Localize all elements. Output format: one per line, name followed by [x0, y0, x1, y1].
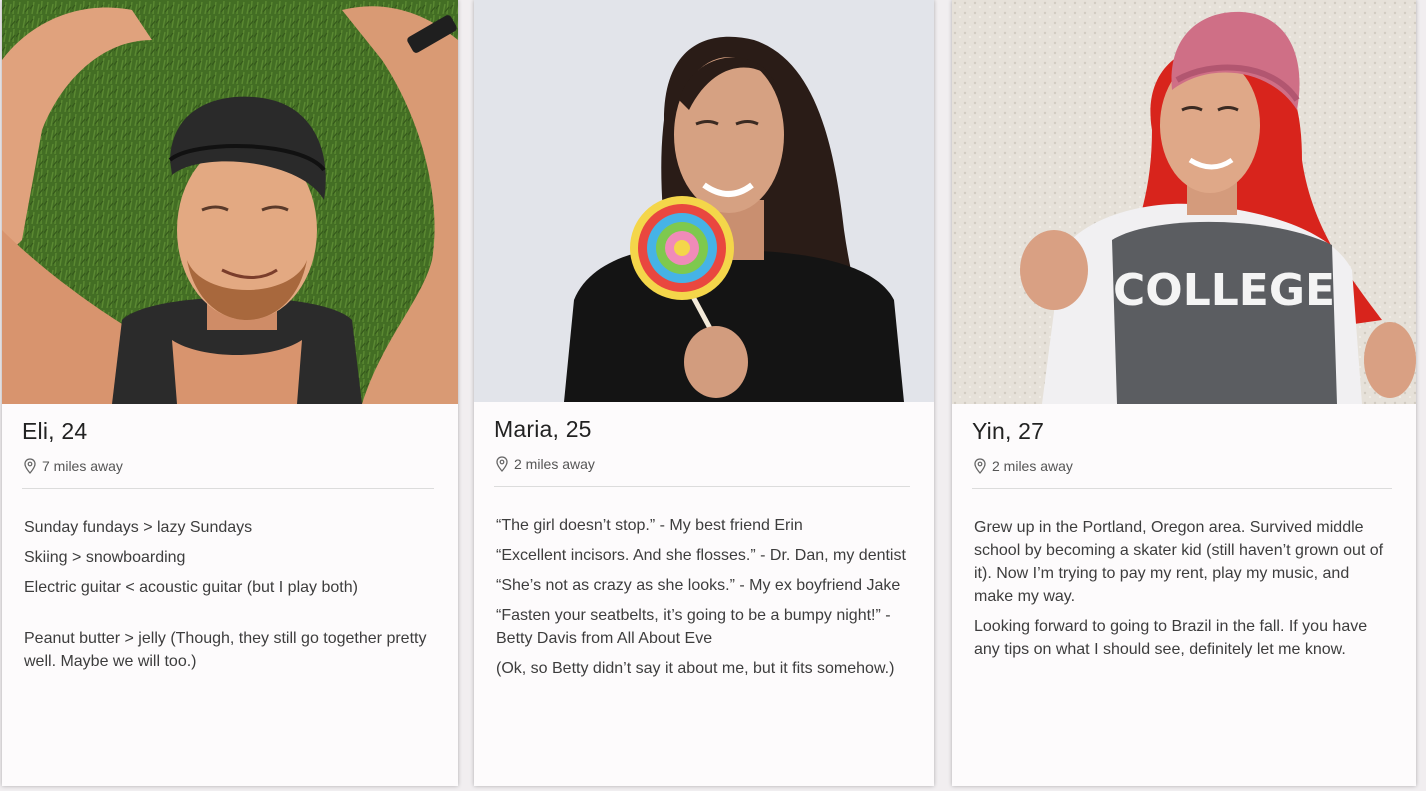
divider	[494, 486, 910, 487]
bio-line: Sunday fundays > lazy Sundays	[24, 519, 253, 536]
location-pin-icon	[974, 458, 986, 474]
distance-text: 2 miles away	[514, 456, 595, 472]
profile-photo-yin: COLLEGE	[952, 0, 1416, 404]
profile-photo-maria	[474, 0, 934, 402]
location-row: 2 miles away	[974, 458, 1073, 474]
profile-card-yin[interactable]: COLLEGE Yin, 27 2 miles away Grew up in …	[952, 0, 1416, 786]
divider	[22, 488, 434, 489]
profile-name: Eli, 24	[22, 418, 88, 444]
bio-line: “Excellent incisors. And she flosses.” -…	[496, 547, 906, 564]
location-pin-icon	[24, 458, 36, 474]
profile-photo-eli	[2, 0, 458, 404]
bio-line: Looking forward to going to Brazil in th…	[974, 618, 1368, 658]
profile-bio: Grew up in the Portland, Oregon area. Su…	[974, 516, 1392, 668]
profile-bio: Sunday fundays > lazy Sundays Skiing > s…	[24, 516, 434, 680]
profile-info-eli: Eli, 24 7 miles away Sunday fundays > la…	[2, 404, 458, 786]
location-row: 2 miles away	[496, 456, 595, 472]
sweatshirt-text: COLLEGE	[1113, 265, 1335, 316]
bio-line: Peanut butter > jelly (Though, they stil…	[24, 630, 427, 670]
bio-line: “The girl doesn’t stop.” - My best frien…	[496, 517, 803, 534]
location-row: 7 miles away	[24, 458, 123, 474]
profile-card-maria[interactable]: Maria, 25 2 miles away “The girl doesn’t…	[474, 0, 934, 786]
distance-text: 2 miles away	[992, 458, 1073, 474]
bio-line: Skiing > snowboarding	[24, 549, 186, 566]
distance-text: 7 miles away	[42, 458, 123, 474]
bio-line: “Fasten your seatbelts, it’s going to be…	[496, 607, 891, 647]
bio-line: Grew up in the Portland, Oregon area. Su…	[974, 519, 1384, 605]
location-pin-icon	[496, 456, 508, 472]
divider	[972, 488, 1392, 489]
bio-line: “She’s not as crazy as she looks.” - My …	[496, 577, 901, 594]
profile-info-yin: Yin, 27 2 miles away Grew up in the Port…	[952, 404, 1416, 786]
profile-name: Maria, 25	[494, 416, 592, 442]
profile-card-eli[interactable]: Eli, 24 7 miles away Sunday fundays > la…	[2, 0, 458, 786]
profile-info-maria: Maria, 25 2 miles away “The girl doesn’t…	[474, 402, 934, 786]
profile-name: Yin, 27	[972, 418, 1045, 444]
profile-bio: “The girl doesn’t stop.” - My best frien…	[496, 514, 910, 687]
bio-line: Electric guitar < acoustic guitar (but I…	[24, 579, 358, 596]
bio-line: (Ok, so Betty didn’t say it about me, bu…	[496, 660, 895, 677]
